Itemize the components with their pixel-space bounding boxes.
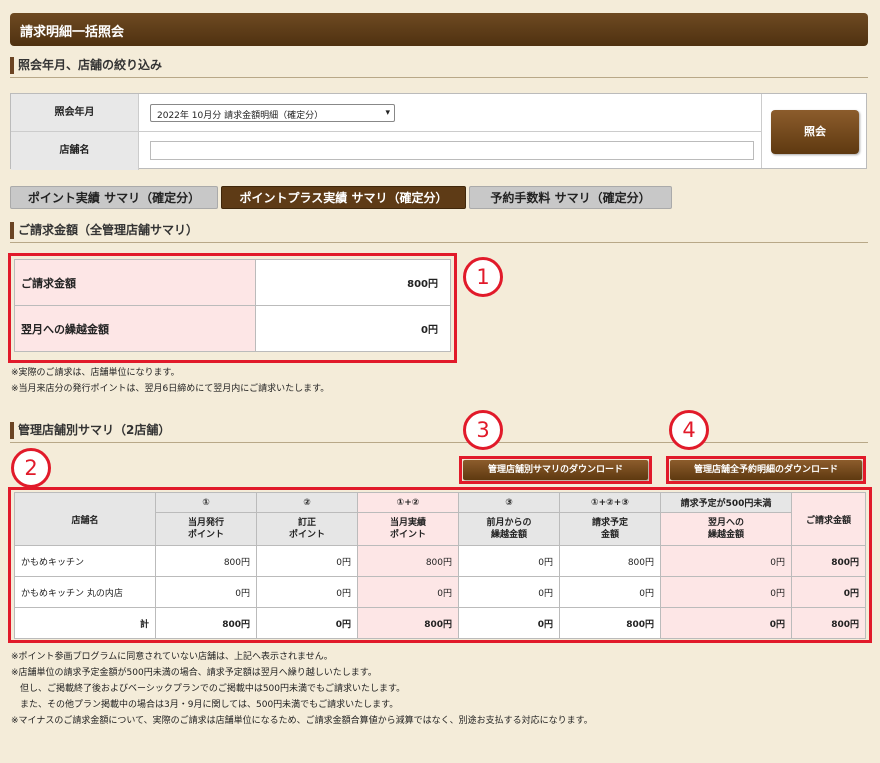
note-line: ※マイナスのご請求金額について、実際のご請求は店舗単位になるため、ご請求金額合算… xyxy=(11,716,593,726)
note-line: また、その他プラン掲載中の場合は3月・9月に関しては、500円未満でもご請求いた… xyxy=(11,700,399,710)
period-label: 照会年月 xyxy=(11,94,139,131)
filter-panel: 照会年月 2022年 10月分 請求金額明細（確定分） ▾ 店舗名 照会 xyxy=(10,93,867,170)
summary-section-heading: ご請求金額（全管理店舗サマリ） xyxy=(10,221,868,243)
highlight-frame-2 xyxy=(8,487,872,643)
highlight-frame-1 xyxy=(8,253,457,363)
chevron-down-icon: ▾ xyxy=(385,108,390,118)
tab-point-plus-summary[interactable]: ポイントプラス実績 サマリ（確定分） xyxy=(221,186,466,209)
note-line: 但し、ご掲載終了後およびベーシックプランでのご掲載中は500円未満でもご請求いた… xyxy=(11,684,406,694)
period-select[interactable]: 2022年 10月分 請求金額明細（確定分） ▾ xyxy=(150,104,395,122)
store-section-heading: 管理店舗別サマリ（2店舗） xyxy=(10,421,868,443)
highlight-frame-4 xyxy=(666,456,866,484)
query-cell: 照会 xyxy=(761,94,867,168)
query-button[interactable]: 照会 xyxy=(771,110,859,154)
store-row: 店舗名 xyxy=(11,132,761,170)
period-row: 照会年月 2022年 10月分 請求金額明細（確定分） ▾ xyxy=(11,94,761,132)
annotation-badge-4: 4 xyxy=(669,410,709,450)
highlight-frame-3 xyxy=(459,456,652,484)
summary-notes: ※実際のご請求は、店舗単位になります。 ※当月来店分の発行ポイントは、翌月6日締… xyxy=(11,365,329,397)
store-name-input[interactable] xyxy=(150,141,754,160)
tab-reservation-fee-summary[interactable]: 予約手数料 サマリ（確定分） xyxy=(469,186,672,209)
note-line: ※当月来店分の発行ポイントは、翌月6日締めにて翌月内にご請求いたします。 xyxy=(11,384,330,394)
note-line: ※ポイント参画プログラムに同意されていない店舗は、上記へ表示されません。 xyxy=(11,652,333,662)
annotation-badge-1: 1 xyxy=(463,257,503,297)
store-notes: ※ポイント参画プログラムに同意されていない店舗は、上記へ表示されません。 ※店舗… xyxy=(11,649,593,729)
period-select-value: 2022年 10月分 請求金額明細（確定分） xyxy=(157,111,324,121)
filter-section-heading: 照会年月、店舗の絞り込み xyxy=(10,56,868,78)
page-title: 請求明細一括照会 xyxy=(10,13,868,46)
note-line: ※店舗単位の請求予定金額が500円未満の場合、請求予定額は翌月へ繰り越しいたしま… xyxy=(11,668,377,678)
note-line: ※実際のご請求は、店舗単位になります。 xyxy=(11,368,180,378)
store-label: 店舗名 xyxy=(11,132,139,170)
tab-point-summary[interactable]: ポイント実績 サマリ（確定分） xyxy=(10,186,218,209)
annotation-badge-3: 3 xyxy=(463,410,503,450)
annotation-badge-2: 2 xyxy=(11,448,51,488)
